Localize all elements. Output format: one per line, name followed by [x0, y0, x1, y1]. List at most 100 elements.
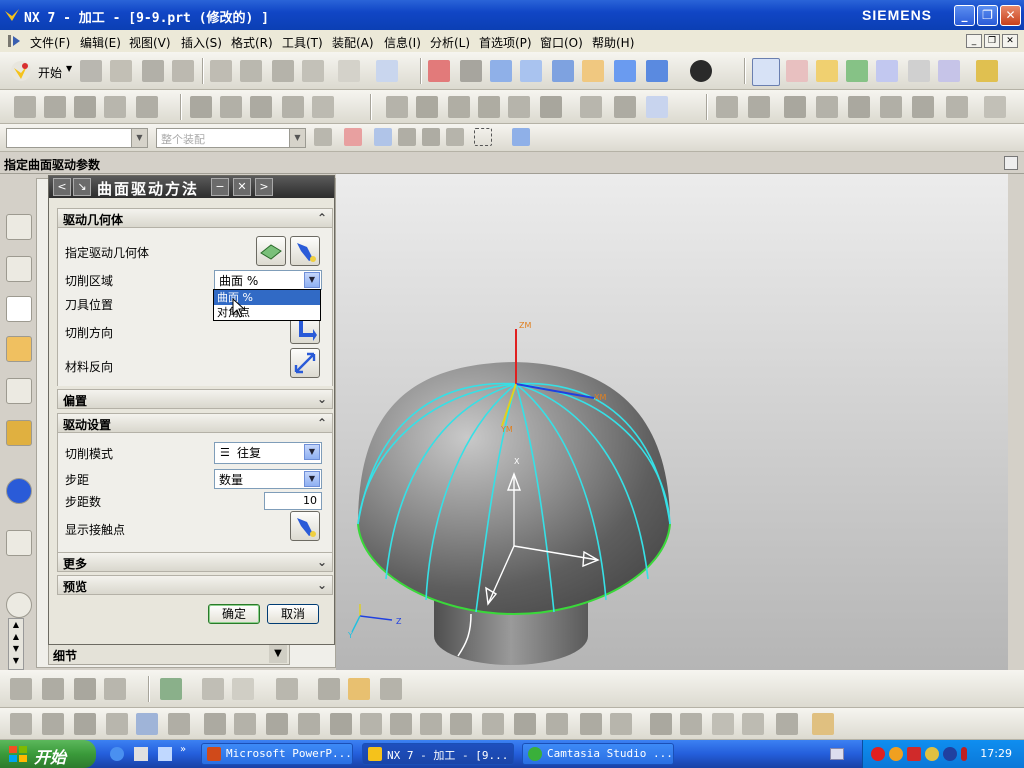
feature-op-icon-17[interactable] [514, 713, 536, 735]
type-filter-select[interactable]: ▼ [6, 128, 148, 148]
path-icon-2[interactable] [416, 96, 438, 118]
feature-op-icon-18[interactable] [546, 713, 568, 735]
media-quicklaunch-icon[interactable] [158, 747, 172, 761]
assembly-navigator-icon[interactable] [6, 214, 32, 240]
system-materials-icon[interactable] [6, 592, 32, 618]
feature-op-icon-12[interactable] [360, 713, 382, 735]
solid-select-icon[interactable] [512, 128, 530, 146]
close-feature-icon[interactable] [984, 96, 1006, 118]
snap-icon-4[interactable] [422, 128, 440, 146]
snap-point-icon[interactable] [344, 128, 362, 146]
section-drive-geometry[interactable]: 驱动几何体 ⌃ [57, 208, 333, 228]
section-more[interactable]: 更多 ⌄ [57, 552, 333, 572]
tray-icon-1[interactable] [871, 747, 885, 761]
zoom-window-icon[interactable] [460, 60, 482, 82]
windows-start-button[interactable]: 开始 [0, 740, 96, 768]
bottom-tool-icon-9[interactable] [318, 678, 340, 700]
cancel-button[interactable]: 取消 [267, 604, 319, 624]
new-file-icon[interactable] [80, 60, 102, 82]
feature-icon-8[interactable] [946, 96, 968, 118]
mdi-minimize-button[interactable]: _ [966, 34, 982, 48]
delete-icon[interactable] [302, 60, 324, 82]
feature-op-icon-8[interactable] [234, 713, 256, 735]
stepover-select[interactable]: 数量 ▼ [214, 469, 322, 489]
shaded-view-icon[interactable] [646, 60, 668, 82]
constraint-navigator-icon[interactable] [6, 256, 32, 282]
snap-icon-3[interactable] [398, 128, 416, 146]
select-icon[interactable] [908, 60, 930, 82]
details-panel-header[interactable]: 细节 ▼ [48, 643, 290, 665]
feature-op-icon-1[interactable] [10, 713, 32, 735]
menu-view[interactable]: 视图(V) [129, 34, 171, 51]
tray-icon-2[interactable] [889, 747, 903, 761]
menu-analysis[interactable]: 分析(L) [430, 34, 470, 51]
zoom-in-out-icon[interactable] [520, 60, 542, 82]
resource-scroll[interactable]: ▲ ▲ ▼ ▼ [8, 618, 24, 670]
mdi-restore-button[interactable]: ❐ [984, 34, 1000, 48]
feature-op-icon-25[interactable] [776, 713, 798, 735]
restore-button[interactable]: ❐ [977, 5, 998, 26]
feature-op-icon-5[interactable] [136, 713, 158, 735]
menu-window[interactable]: 窗口(O) [540, 34, 583, 51]
save-icon[interactable] [142, 60, 164, 82]
snap-icon-5[interactable] [446, 128, 464, 146]
feature-op-icon-6[interactable] [168, 713, 190, 735]
start-menu-label[interactable]: 开始 [38, 64, 62, 81]
delete-operation-icon[interactable] [312, 96, 334, 118]
operation-icon-3[interactable] [74, 96, 96, 118]
feature-op-icon-24[interactable] [742, 713, 764, 735]
menu-preferences[interactable]: 首选项(P) [479, 34, 532, 51]
minimize-button[interactable]: _ [954, 5, 975, 26]
select-filter-icon[interactable] [376, 60, 398, 82]
tool-icon[interactable] [580, 96, 602, 118]
feature-icon-7[interactable] [912, 96, 934, 118]
graphics-window[interactable]: ZM XM YM X Z Y [336, 174, 1024, 670]
paste-operation-icon[interactable] [282, 96, 304, 118]
cut-area-select[interactable]: 曲面 % ▼ [214, 270, 322, 290]
copy-operation-icon[interactable] [250, 96, 272, 118]
operation-icon-2[interactable] [44, 96, 66, 118]
section-offset[interactable]: 偏置 ⌄ [57, 389, 333, 409]
show-contact-button[interactable] [290, 511, 320, 541]
operation-icon-1[interactable] [14, 96, 36, 118]
print-icon[interactable] [172, 60, 194, 82]
rotate-icon[interactable] [552, 60, 574, 82]
machine-tool-navigator-icon[interactable] [6, 336, 32, 362]
feature-op-icon-4[interactable] [106, 713, 128, 735]
tray-icon-4[interactable] [925, 747, 939, 761]
bottom-tool-icon-2[interactable] [42, 678, 64, 700]
close-button[interactable]: ✕ [1000, 5, 1021, 26]
task-camtasia[interactable]: Camtasia Studio ... [522, 743, 674, 765]
operation-navigator-icon[interactable] [6, 296, 32, 322]
tray-icon-6[interactable] [961, 747, 967, 761]
feature-icon-2[interactable] [748, 96, 770, 118]
mdi-close-button[interactable]: ✕ [1002, 34, 1018, 48]
dialog-next-button[interactable]: > [255, 178, 273, 196]
feature-icon-4[interactable] [816, 96, 838, 118]
feature-op-icon-2[interactable] [42, 713, 64, 735]
cut-icon[interactable] [210, 60, 232, 82]
menu-assembly[interactable]: 装配(A) [332, 34, 374, 51]
feature-icon-3[interactable] [784, 96, 806, 118]
edit-geometry-button[interactable] [256, 236, 286, 266]
feature-op-icon-20[interactable] [610, 713, 632, 735]
section-drive-settings[interactable]: 驱动设置 ⌃ [57, 413, 333, 433]
feature-op-icon-23[interactable] [712, 713, 734, 735]
wcs-dynamic-icon[interactable] [786, 60, 808, 82]
feature-op-icon-19[interactable] [580, 713, 602, 735]
feature-op-icon-14[interactable] [420, 713, 442, 735]
shop-doc-icon[interactable] [614, 96, 636, 118]
start-dropdown-icon[interactable]: ▼ [66, 64, 72, 73]
keyboard-icon[interactable] [830, 748, 844, 760]
perspective-icon[interactable] [614, 60, 636, 82]
path-icon-5[interactable] [508, 96, 530, 118]
chain-icon[interactable] [202, 678, 224, 700]
zoom-icon[interactable] [490, 60, 512, 82]
feature-icon-1[interactable] [716, 96, 738, 118]
assembly-filter-select[interactable]: 整个装配 ▼ [156, 128, 306, 148]
undo-icon[interactable] [338, 60, 360, 82]
section-preview[interactable]: 预览 ⌄ [57, 575, 333, 595]
filter-icon[interactable] [314, 128, 332, 146]
report-icon[interactable] [646, 96, 668, 118]
material-reverse-button[interactable] [290, 348, 320, 378]
